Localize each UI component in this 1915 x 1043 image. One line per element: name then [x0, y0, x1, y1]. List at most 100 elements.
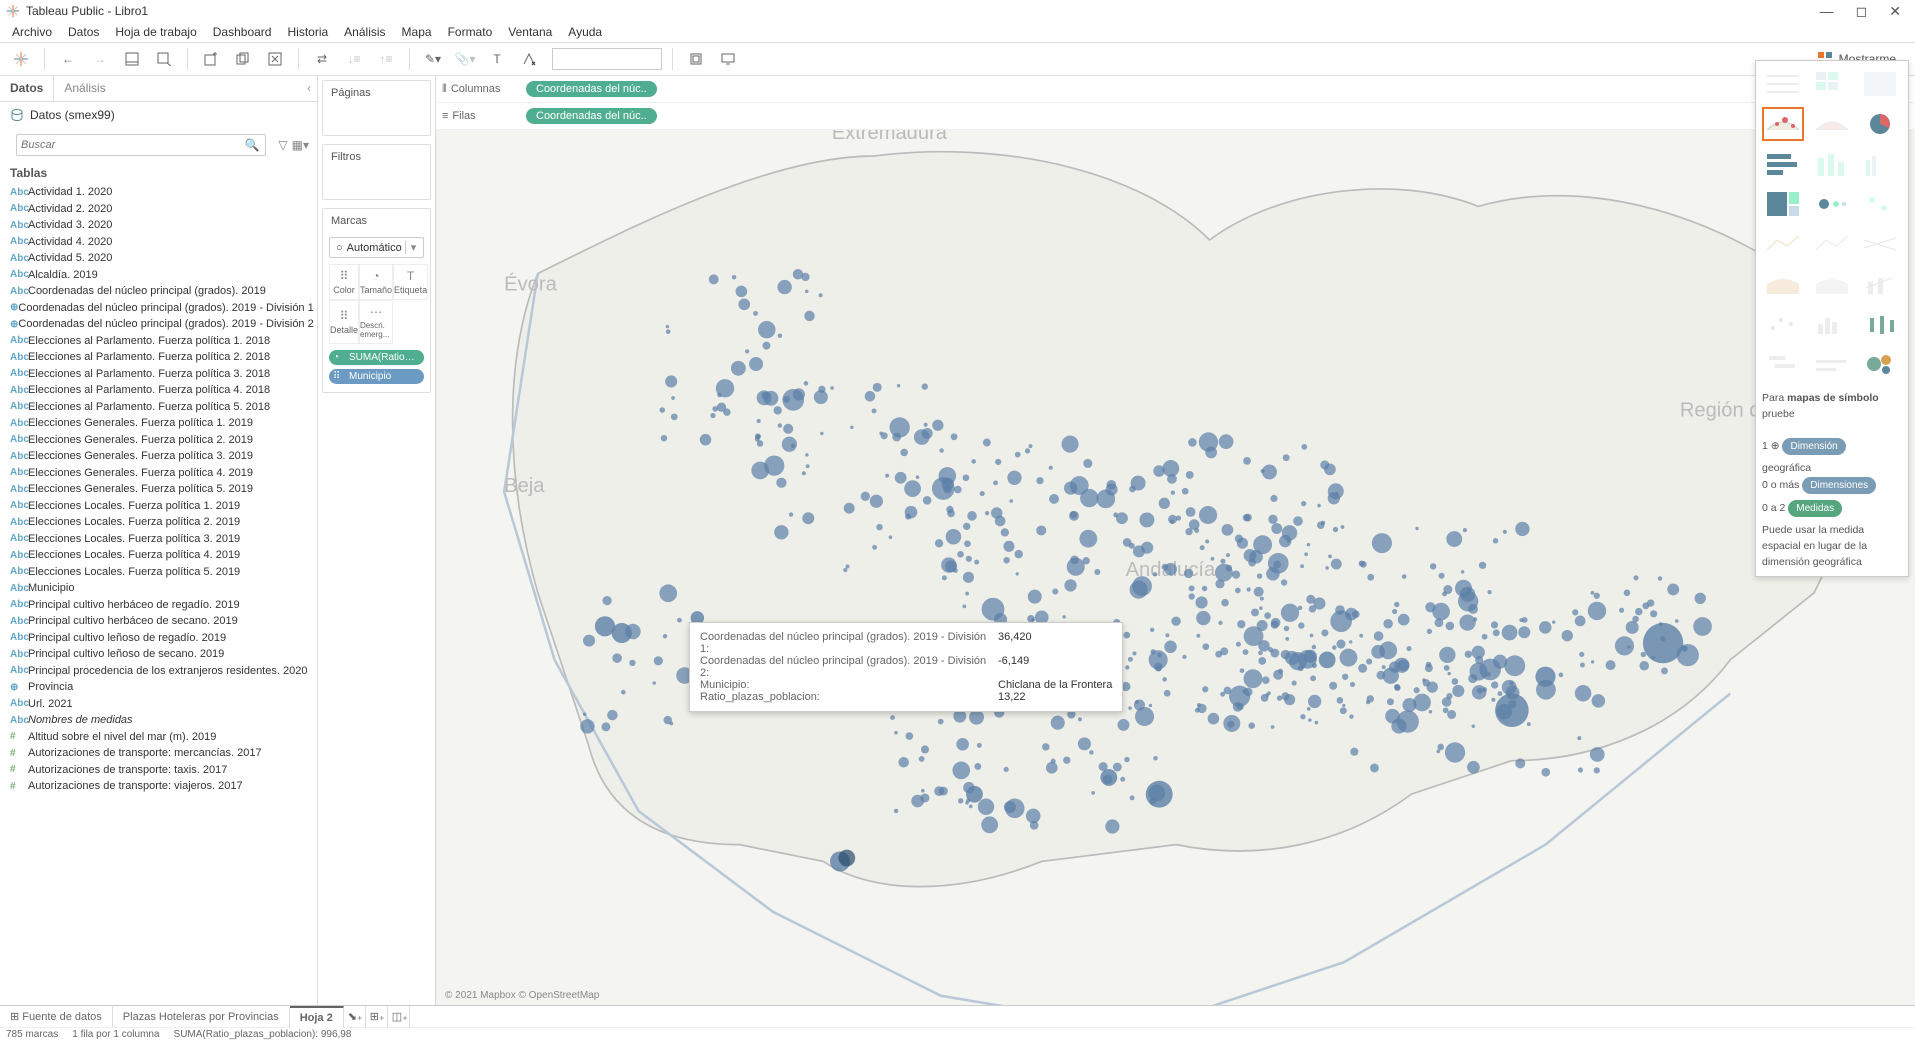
- field-item[interactable]: AbcElecciones Generales. Fuerza política…: [10, 465, 313, 482]
- fix-axes-button[interactable]: [516, 46, 542, 72]
- menu-historia[interactable]: Historia: [281, 25, 334, 39]
- window-maximize-button[interactable]: ◻: [1856, 3, 1868, 20]
- sort-asc-button[interactable]: ↓≡: [341, 46, 367, 72]
- view-fields-icon[interactable]: ▦▾: [292, 138, 309, 152]
- field-item[interactable]: AbcPrincipal cultivo herbáceo de secano.…: [10, 613, 313, 630]
- new-sheet-button[interactable]: ⬊₊: [344, 1006, 366, 1027]
- mark-type-dropdown[interactable]: ○ Automático ▾: [329, 237, 424, 258]
- showme-packed-bubbles[interactable]: [1859, 347, 1901, 381]
- showme-histogram[interactable]: [1811, 307, 1853, 341]
- field-item[interactable]: AbcElecciones al Parlamento. Fuerza polí…: [10, 399, 313, 416]
- field-item[interactable]: AbcPrincipal cultivo herbáceo de regadío…: [10, 597, 313, 614]
- menu-archivo[interactable]: Archivo: [6, 25, 58, 39]
- columns-shelf[interactable]: ⦀Columnas Coordenadas del núc..: [436, 76, 1915, 103]
- analysis-tab[interactable]: Análisis‹: [53, 76, 317, 101]
- field-item[interactable]: AbcCoordenadas del núcleo principal (gra…: [10, 283, 313, 300]
- duplicate-button[interactable]: [230, 46, 256, 72]
- new-dashboard-button[interactable]: ⊞₊: [366, 1006, 388, 1027]
- fit-button[interactable]: [683, 46, 709, 72]
- presentation-button[interactable]: [715, 46, 741, 72]
- collapse-pane-icon[interactable]: ‹: [307, 81, 311, 95]
- filter-fields-icon[interactable]: ▽: [278, 138, 287, 152]
- menu-hoja-de-trabajo[interactable]: Hoja de trabajo: [109, 25, 202, 39]
- tableau-logo-button[interactable]: [8, 46, 34, 72]
- field-item[interactable]: AbcElecciones al Parlamento. Fuerza polí…: [10, 366, 313, 383]
- undo-button[interactable]: ←: [55, 46, 81, 72]
- field-item[interactable]: AbcActividad 2. 2020: [10, 201, 313, 218]
- showme-area-disc[interactable]: [1811, 267, 1853, 301]
- field-item[interactable]: ⊕Coordenadas del núcleo principal (grado…: [10, 300, 313, 317]
- mark-size-button[interactable]: ◔Tamaño: [359, 264, 393, 300]
- menu-mapa[interactable]: Mapa: [396, 25, 438, 39]
- showme-dual-combo[interactable]: [1859, 267, 1901, 301]
- pages-shelf[interactable]: Páginas: [322, 80, 431, 136]
- datasource-item[interactable]: Datos (smex99): [0, 102, 317, 128]
- field-item[interactable]: AbcPrincipal cultivo leñoso de secano. 2…: [10, 646, 313, 663]
- search-icon[interactable]: 🔍: [242, 138, 261, 152]
- field-item[interactable]: AbcElecciones Locales. Fuerza política 5…: [10, 564, 313, 581]
- field-item[interactable]: AbcActividad 4. 2020: [10, 234, 313, 251]
- field-item[interactable]: #Autorizaciones de transporte: taxis. 20…: [10, 762, 313, 779]
- showme-hbar[interactable]: [1762, 147, 1804, 181]
- new-datasource-button[interactable]: [151, 46, 177, 72]
- field-item[interactable]: AbcActividad 5. 2020: [10, 250, 313, 267]
- field-item[interactable]: AbcElecciones Locales. Fuerza política 4…: [10, 547, 313, 564]
- mark-tooltip-button[interactable]: ⋯Descri. emerg...: [359, 300, 393, 344]
- menu-analisis[interactable]: Análisis: [338, 25, 391, 39]
- field-item[interactable]: AbcNombres de medidas: [10, 712, 313, 729]
- showme-bullet[interactable]: [1811, 347, 1853, 381]
- showme-pie[interactable]: [1859, 107, 1901, 141]
- field-item[interactable]: AbcElecciones al Parlamento. Fuerza polí…: [10, 333, 313, 350]
- sheet-tab-1[interactable]: Plazas Hoteleras por Provincias: [113, 1007, 290, 1027]
- showme-symbol-map[interactable]: [1762, 107, 1804, 141]
- datasource-tab[interactable]: ⊞ Fuente de datos: [0, 1006, 113, 1027]
- group-button[interactable]: 📎▾: [452, 46, 478, 72]
- field-item[interactable]: AbcPrincipal procedencia de los extranje…: [10, 663, 313, 680]
- filters-shelf[interactable]: Filtros: [322, 144, 431, 200]
- clear-sheet-button[interactable]: [262, 46, 288, 72]
- swap-button[interactable]: ⇄: [309, 46, 335, 72]
- data-tab[interactable]: Datos: [0, 76, 53, 101]
- showme-boxplot[interactable]: [1859, 307, 1901, 341]
- mark-detail-button[interactable]: ⠿Detalle: [329, 300, 359, 344]
- showme-treemap[interactable]: [1762, 187, 1804, 221]
- showme-area-cont[interactable]: [1762, 267, 1804, 301]
- toolbar-dropdown[interactable]: [552, 48, 662, 70]
- field-item[interactable]: #Altitud sobre el nivel del mar (m). 201…: [10, 729, 313, 746]
- showme-dual-line[interactable]: [1859, 227, 1901, 261]
- redo-button[interactable]: →: [87, 46, 113, 72]
- field-item[interactable]: AbcElecciones Locales. Fuerza política 2…: [10, 514, 313, 531]
- visualization-canvas[interactable]: Hoja 2 🔍 + − ⟟ ▸ Extremadura Évora Be: [436, 130, 1915, 1005]
- field-item[interactable]: AbcElecciones Locales. Fuerza política 1…: [10, 498, 313, 515]
- showme-side-bar[interactable]: [1859, 147, 1901, 181]
- showme-filled-map[interactable]: [1811, 107, 1853, 141]
- field-item[interactable]: AbcElecciones al Parlamento. Fuerza polí…: [10, 382, 313, 399]
- menu-dashboard[interactable]: Dashboard: [207, 25, 278, 39]
- field-item[interactable]: AbcElecciones Locales. Fuerza política 3…: [10, 531, 313, 548]
- window-minimize-button[interactable]: —: [1820, 3, 1834, 20]
- showme-heatmap[interactable]: [1811, 67, 1853, 101]
- mark-pill-detail[interactable]: ⠿Municipio: [329, 369, 424, 384]
- new-worksheet-button[interactable]: [198, 46, 224, 72]
- field-item[interactable]: AbcElecciones Generales. Fuerza política…: [10, 448, 313, 465]
- save-button[interactable]: [119, 46, 145, 72]
- field-item[interactable]: AbcElecciones al Parlamento. Fuerza polí…: [10, 349, 313, 366]
- field-item[interactable]: ⊕Provincia: [10, 679, 313, 696]
- field-item[interactable]: ⊕Coordenadas del núcleo principal (grado…: [10, 316, 313, 333]
- menu-ayuda[interactable]: Ayuda: [562, 25, 608, 39]
- field-item[interactable]: AbcActividad 1. 2020: [10, 184, 313, 201]
- field-item[interactable]: AbcElecciones Generales. Fuerza política…: [10, 481, 313, 498]
- menu-datos[interactable]: Datos: [62, 25, 105, 39]
- field-item[interactable]: AbcPrincipal cultivo leñoso de regadío. …: [10, 630, 313, 647]
- menu-formato[interactable]: Formato: [442, 25, 499, 39]
- sheet-tab-2[interactable]: Hoja 2: [290, 1006, 344, 1028]
- sort-desc-button[interactable]: ↑≡: [373, 46, 399, 72]
- field-item[interactable]: #Autorizaciones de transporte: viajeros.…: [10, 778, 313, 795]
- field-item[interactable]: AbcElecciones Generales. Fuerza política…: [10, 415, 313, 432]
- field-item[interactable]: AbcAlcaldía. 2019: [10, 267, 313, 284]
- search-input[interactable]: [21, 139, 242, 151]
- showme-line-cont[interactable]: [1762, 227, 1804, 261]
- menu-ventana[interactable]: Ventana: [502, 25, 558, 39]
- showme-scatter[interactable]: [1762, 307, 1804, 341]
- showme-gantt[interactable]: [1762, 347, 1804, 381]
